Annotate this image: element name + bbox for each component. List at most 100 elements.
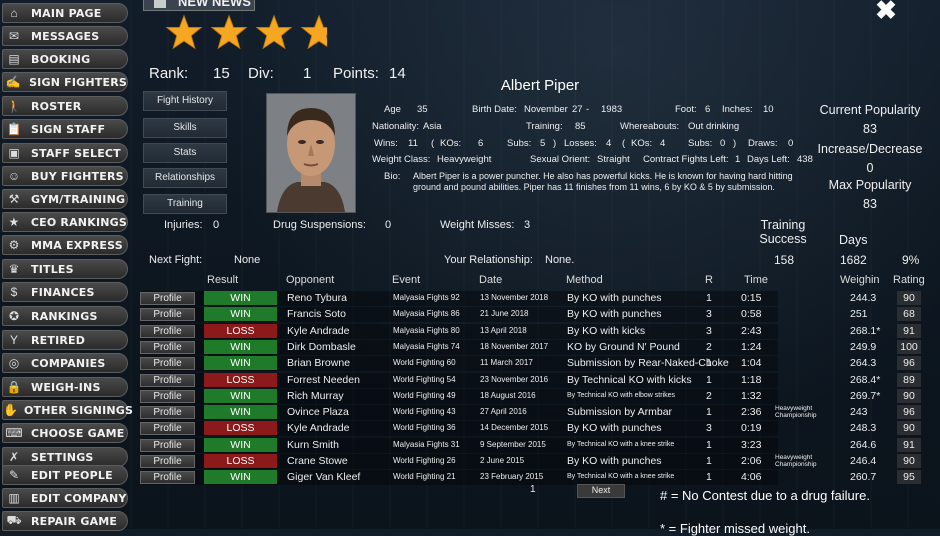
increase-decrease-value: 0: [866, 161, 874, 175]
rating: 89: [897, 372, 921, 387]
time: 1:32: [741, 389, 762, 402]
sidebar-item-finances[interactable]: $ FINANCES: [2, 282, 128, 302]
sidebar-item-label: RANKINGS: [31, 309, 98, 323]
sidebar-item-label: BUY FIGHTERS: [31, 169, 124, 183]
fight-date: 13 November 2018: [480, 293, 549, 302]
inches-label: Inches:: [722, 104, 753, 115]
fight-date: 18 August 2016: [480, 390, 536, 400]
profile-button[interactable]: Profile: [140, 373, 195, 387]
opponent-name: Kurn Smith: [287, 438, 339, 451]
days-left-value: 438: [797, 154, 813, 165]
time: 0:58: [741, 308, 762, 321]
event-name: Malyasia Fights 31: [393, 439, 460, 449]
col-time: Time: [744, 274, 769, 286]
sidebar-item-label: WEIGH-INS: [31, 380, 101, 394]
tab-skills[interactable]: Skills: [143, 118, 227, 138]
tab-stats[interactable]: Stats: [143, 143, 227, 163]
draws-value: 0: [788, 138, 794, 149]
tab-relationships[interactable]: Relationships: [143, 168, 227, 188]
sidebar-item-choose-game[interactable]: ⌨ CHOOSE GAME: [2, 423, 128, 443]
star-icon: [211, 14, 247, 50]
round: 1: [706, 292, 712, 304]
car-icon: ⛟: [6, 513, 22, 527]
opponent-name: Reno Tybura: [287, 292, 347, 304]
sidebar-item-weigh-ins[interactable]: 🔒 WEIGH-INS: [2, 377, 128, 397]
sidebar-item-label: ROSTER: [31, 99, 82, 113]
opponent-name: Kyle Andrade: [287, 324, 350, 337]
method: By Technical KO with kicks: [567, 373, 692, 386]
nationality-value: Asia: [423, 121, 442, 132]
foot-label: Foot:: [675, 104, 697, 115]
sidebar-item-edit-company[interactable]: ▥ EDIT COMPANY: [2, 488, 128, 508]
sidebar-item-label: MMA EXPRESS: [31, 238, 123, 252]
profile-button[interactable]: Profile: [140, 471, 195, 485]
sidebar-item-settings[interactable]: ✗ SETTINGS: [2, 447, 128, 467]
sidebar-item-rankings[interactable]: ✪ RANKINGS: [2, 306, 128, 326]
star-icon: ★: [8, 215, 20, 229]
sidebar-item-sign-staff[interactable]: 📋 SIGN STAFF: [2, 119, 128, 139]
kos-value: 6: [478, 138, 484, 149]
sidebar-item-gym-training[interactable]: ⚒ GYM/TRAINING: [2, 189, 128, 209]
profile-button[interactable]: Profile: [140, 438, 195, 452]
fight-date: 21 June 2018: [480, 309, 529, 319]
money-bag-icon: $: [10, 285, 18, 299]
profile-button[interactable]: Profile: [140, 406, 195, 420]
sidebar-item-sign-fighters[interactable]: ✍ SIGN FIGHTERS: [2, 72, 128, 92]
sidebar-item-messages[interactable]: ✉ MESSAGES: [2, 26, 128, 46]
sidebar-item-buy-fighters[interactable]: ☺ BUY FIGHTERS: [2, 166, 128, 186]
sidebar-item-mma-express[interactable]: ⚙ MMA EXPRESS: [2, 235, 128, 255]
profile-button[interactable]: Profile: [140, 422, 195, 436]
sidebar-item-companies[interactable]: ◎ COMPANIES: [2, 353, 128, 373]
next-button[interactable]: Next: [577, 484, 625, 498]
time: 1:24: [741, 340, 762, 353]
sidebar-item-other-signings[interactable]: ✋ OTHER SIGNINGS: [2, 400, 133, 420]
subs-value: 5: [540, 138, 546, 149]
time: 4:06: [741, 471, 762, 484]
clipboard-icon: 📋: [6, 122, 22, 136]
profile-button[interactable]: Profile: [140, 455, 195, 468]
sidebar-item-label: BOOKING: [31, 52, 91, 66]
col-method: Method: [566, 274, 603, 286]
fight-date: 9 September 2015: [480, 439, 546, 449]
sidebar-item-main-page[interactable]: ⌂ MAIN PAGE: [2, 3, 128, 23]
rating: 90: [897, 388, 921, 403]
sidebar-item-repair-game[interactable]: ⛟ REPAIR GAME: [2, 511, 128, 531]
sidebar-item-edit-people[interactable]: ✎ EDIT PEOPLE: [2, 465, 128, 485]
tab-training[interactable]: Training: [143, 194, 227, 214]
event-name: World Fighting 43: [393, 407, 456, 417]
sidebar-item-ceo-rankings[interactable]: ★ CEO RANKINGS: [2, 212, 128, 232]
opponent-name: Rich Murray: [287, 389, 344, 402]
round: 2: [706, 389, 712, 402]
profile-button[interactable]: Profile: [140, 292, 195, 305]
weighin: 251: [850, 308, 868, 321]
building-icon: ▥: [8, 491, 20, 505]
rating: 96: [897, 405, 921, 420]
opponent-name: Ovince Plaza: [287, 406, 349, 419]
sidebar-item-label: SIGN FIGHTERS: [29, 75, 127, 89]
profile-button[interactable]: Profile: [140, 308, 195, 322]
close-icon[interactable]: ✖: [872, 0, 900, 23]
sidebar-item-label: STAFF SELECT: [31, 146, 121, 160]
profile-button[interactable]: Profile: [140, 324, 195, 338]
kos-label: KOs:: [440, 138, 462, 149]
title-fight-label: Heavyweight Championship: [775, 454, 817, 468]
sidebar-item-booking[interactable]: ▤ BOOKING: [2, 49, 128, 69]
no-contest-note: # = No Contest due to a drug failure.: [660, 488, 870, 503]
increase-decrease-label: Increase/Decrease: [817, 142, 923, 156]
round: 3: [706, 422, 712, 435]
new-news-tab[interactable]: NEW NEWS: [143, 0, 255, 11]
sidebar-item-retired[interactable]: Y RETIRED: [2, 330, 128, 350]
profile-button[interactable]: Profile: [140, 340, 195, 354]
profile-button[interactable]: Profile: [140, 389, 195, 403]
birth-date-label: Birth Date:: [472, 104, 517, 115]
profile-button[interactable]: Profile: [140, 357, 195, 371]
training-success-value: 158: [774, 253, 795, 267]
tab-fight-history[interactable]: Fight History: [143, 91, 227, 111]
sidebar-item-titles[interactable]: ♛ TITLES: [2, 259, 128, 279]
sidebar-item-staff-select[interactable]: ▣ STAFF SELECT: [2, 143, 128, 163]
table-row: Profile LOSS Kyle Andrade Malyasia Fights 8…: [140, 323, 928, 339]
weight-class-value: Heavyweight: [437, 154, 492, 165]
opponent-name: Crane Stowe: [287, 455, 348, 467]
round: 3: [706, 324, 712, 337]
sidebar-item-roster[interactable]: 🚶 ROSTER: [2, 96, 128, 116]
